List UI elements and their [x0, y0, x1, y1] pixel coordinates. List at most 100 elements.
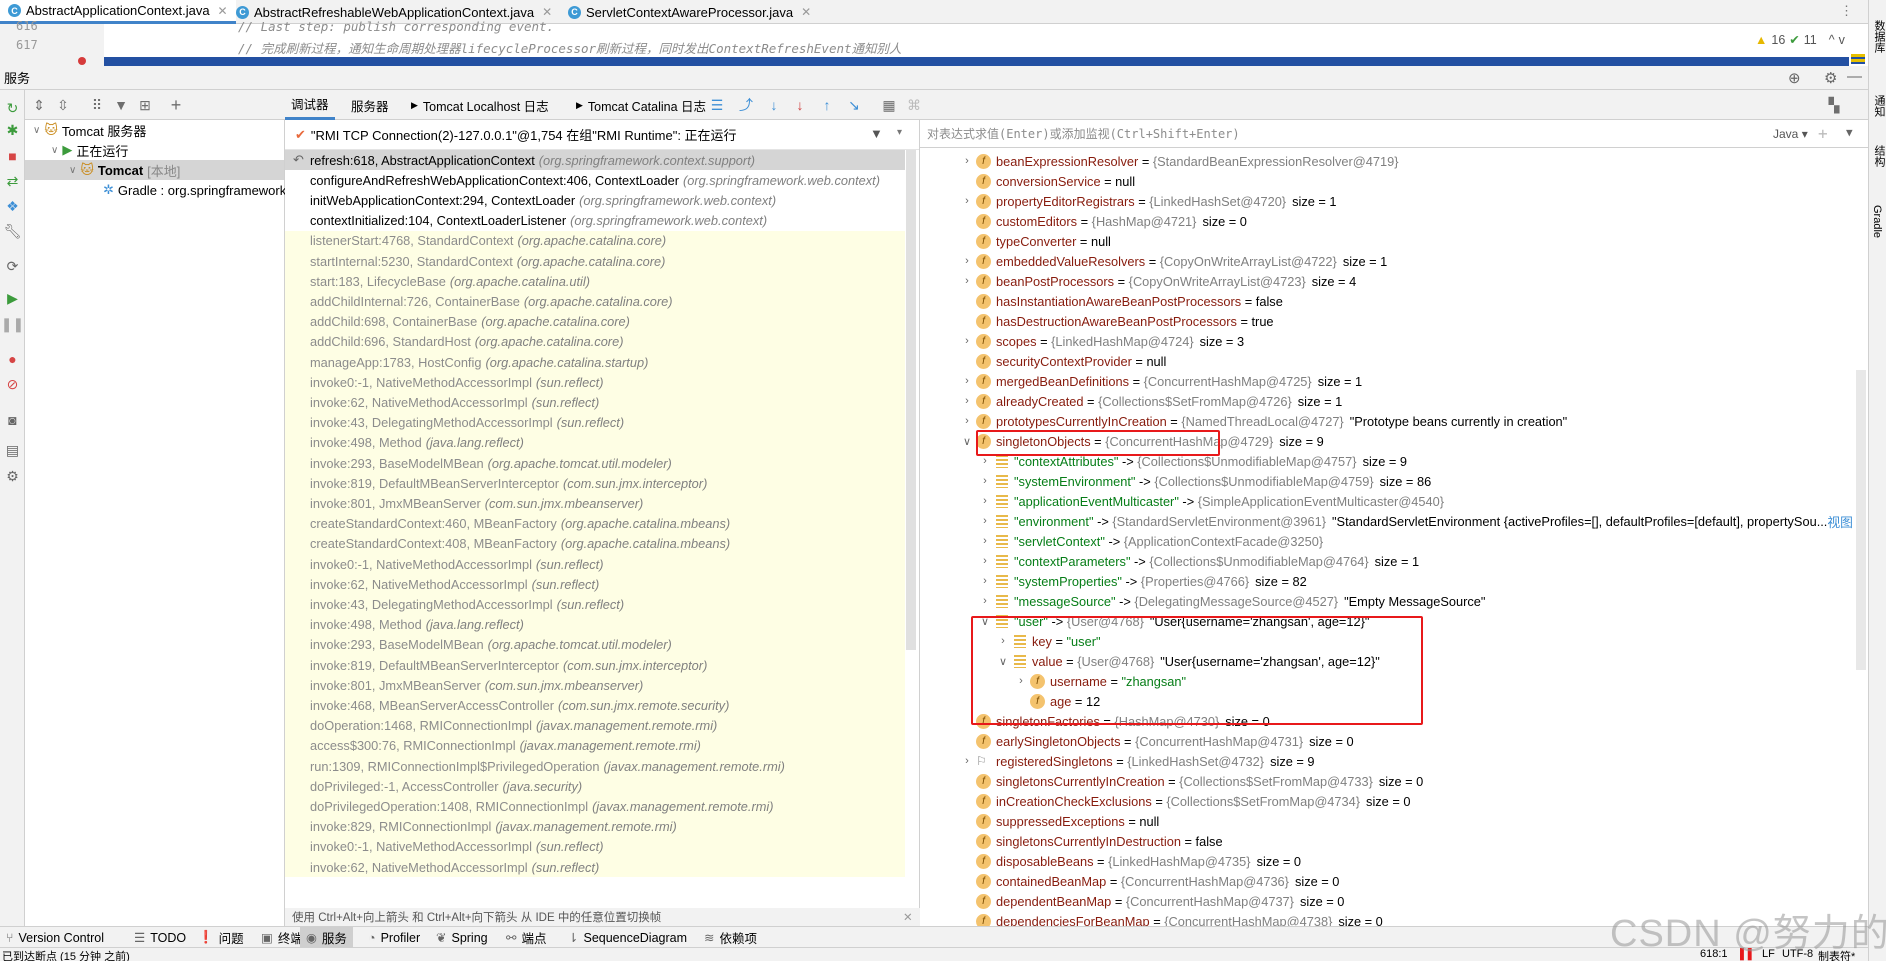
- stack-frame[interactable]: invoke:62, NativeMethodAccessorImpl (sun.…: [285, 574, 905, 595]
- variable-row[interactable]: f singletonsCurrentlyInDestruction = fals…: [958, 831, 1223, 851]
- chevron-right-icon[interactable]: ›: [976, 555, 994, 567]
- dropdown-icon[interactable]: ▾: [897, 127, 902, 138]
- stack-frame[interactable]: invoke:498, Method (java.lang.reflect): [285, 432, 905, 453]
- run-to-cursor-icon[interactable]: ↘: [845, 96, 863, 114]
- close-icon[interactable]: ✕: [218, 4, 228, 18]
- stack-frame[interactable]: start:183, LifecycleBase (org.apache.cata…: [285, 271, 905, 292]
- trace-icon[interactable]: ⌘: [905, 96, 923, 114]
- tool-gradle[interactable]: Gradle: [1871, 205, 1883, 238]
- variable-row[interactable]: › f beanExpressionResolver = {StandardBean…: [958, 151, 1399, 171]
- stack-frame[interactable]: invoke:468, MBeanServerAccessController(…: [285, 695, 905, 716]
- tool-window-0[interactable]: ⑂ Version Control: [0, 927, 110, 948]
- dropdown-icon[interactable]: ▼: [1846, 126, 1853, 139]
- variable-row[interactable]: › f prototypesCurrentlyInCreation = {Named…: [958, 411, 1567, 431]
- stack-frame[interactable]: run:1309, RMIConnectionImpl$PrivilegedOp…: [285, 756, 905, 777]
- chevron-right-icon[interactable]: ›: [976, 495, 994, 507]
- variable-row[interactable]: › f beanPostProcessors = {CopyOnWriteArray…: [958, 271, 1356, 291]
- language-select[interactable]: Java ▾: [1773, 127, 1808, 141]
- variable-row[interactable]: › "systemProperties" -> {Properties@4766}…: [976, 571, 1307, 591]
- new-tab-icon[interactable]: ⊞: [136, 96, 154, 114]
- stack-frame[interactable]: invoke:62, NativeMethodAccessorImpl (sun.…: [285, 392, 905, 413]
- tool-notifications[interactable]: 通知: [1871, 95, 1886, 117]
- tool-window-5[interactable]: ◔ Profiler: [362, 927, 426, 948]
- stack-frame[interactable]: addChild:696, StandardHost (org.apache.ca…: [285, 331, 905, 352]
- variable-row[interactable]: f disposableBeans = {LinkedHashMap@4735} s…: [958, 851, 1301, 871]
- scrollbar[interactable]: [1856, 370, 1866, 670]
- breakpoint-icon[interactable]: [78, 57, 86, 65]
- variable-row[interactable]: › "contextParameters" -> {Collections$Unm…: [976, 551, 1419, 571]
- layout-icon[interactable]: ▚: [1825, 96, 1843, 114]
- chevron-right-icon[interactable]: ›: [976, 455, 994, 467]
- variable-row[interactable]: f containedBeanMap = {ConcurrentHashMap@4…: [958, 871, 1339, 891]
- show-execution-point-icon[interactable]: ⤴: [737, 96, 755, 114]
- stack-frame[interactable]: addChildInternal:726, ContainerBase (org.…: [285, 291, 905, 312]
- stack-frame[interactable]: listenerStart:4768, StandardContext (org.…: [285, 230, 905, 251]
- stack-frame[interactable]: invoke0:-1, NativeMethodAccessorImpl (sun…: [285, 554, 905, 575]
- tree-item-running[interactable]: ∨ ▶ 正在运行: [51, 140, 128, 160]
- chevron-up-icon[interactable]: ^: [1829, 33, 1835, 47]
- chevron-right-icon[interactable]: ›: [958, 415, 976, 427]
- target-icon[interactable]: ⊕: [1788, 69, 1801, 87]
- tree-item-tomcat-server[interactable]: ∨ 🐱︎ Tomcat 服务器: [33, 120, 146, 140]
- chevron-right-icon[interactable]: ›: [958, 255, 976, 267]
- stack-frame[interactable]: invoke:62, NativeMethodAccessorImpl (sun.…: [285, 857, 905, 878]
- variable-row[interactable]: f earlySingletonObjects = {ConcurrentHash…: [958, 731, 1354, 751]
- settings-icon[interactable]: ⚙: [4, 468, 21, 485]
- thread-selector[interactable]: ✔ "RMI TCP Connection(2)-127.0.0.1"@1,75…: [285, 120, 919, 150]
- variable-row[interactable]: › f mergedBeanDefinitions = {ConcurrentHas…: [958, 371, 1362, 391]
- stack-frame[interactable]: invoke:801, JmxMBeanServer (com.sun.jmx.m…: [285, 675, 905, 696]
- chevron-right-icon[interactable]: ›: [958, 755, 976, 767]
- chevron-down-icon[interactable]: ∨: [958, 435, 976, 448]
- layout-icon[interactable]: ▤: [4, 442, 21, 459]
- menu-icon[interactable]: ☰: [708, 96, 726, 114]
- tool-database[interactable]: 数据库: [1871, 20, 1886, 53]
- stack-frame[interactable]: configureAndRefreshWebApplicationContext…: [285, 170, 905, 190]
- inspections-widget[interactable]: ▲ 16 ✔ 11 ^ v: [1755, 32, 1845, 48]
- stack-frame[interactable]: invoke:829, RMIConnectionImpl (javax.mana…: [285, 816, 905, 837]
- view-breakpoints-icon[interactable]: ●: [4, 350, 21, 367]
- deploy-icon[interactable]: ⇄: [4, 173, 21, 190]
- stack-frame[interactable]: doPrivilegedOperation:1408, RMIConnectio…: [285, 796, 905, 817]
- refresh-icon[interactable]: ⟳: [4, 258, 21, 275]
- chevron-down-icon[interactable]: v: [1839, 33, 1845, 47]
- variable-row[interactable]: f singletonsCurrentlyInCreation = {Collec…: [958, 771, 1423, 791]
- camera-icon[interactable]: ◙: [4, 411, 21, 428]
- stack-frame[interactable]: access$300:76, RMIConnectionImpl (javax.m…: [285, 735, 905, 756]
- variable-row[interactable]: › "applicationEventMulticaster" -> {Simpl…: [976, 491, 1444, 511]
- stack-frame[interactable]: createStandardContext:460, MBeanFactory(…: [285, 513, 905, 534]
- tool-structure[interactable]: 结构: [1871, 145, 1886, 167]
- step-out-icon[interactable]: ↑: [818, 96, 836, 114]
- variable-row[interactable]: f securityContextProvider = null: [958, 351, 1166, 371]
- chevron-right-icon[interactable]: ›: [958, 395, 976, 407]
- variable-row[interactable]: f inCreationCheckExclusions = {Collection…: [958, 791, 1411, 811]
- variable-row[interactable]: f typeConverter = null: [958, 231, 1111, 251]
- chevron-right-icon[interactable]: ›: [958, 195, 976, 207]
- variable-row[interactable]: f conversionService = null: [958, 171, 1135, 191]
- tab-debugger[interactable]: 调试器: [285, 90, 335, 120]
- stack-frame[interactable]: invoke:819, DefaultMBeanServerIntercepto…: [285, 655, 905, 676]
- variable-row[interactable]: › f alreadyCreated = {Collections$SetFromM…: [958, 391, 1342, 411]
- evaluate-icon[interactable]: ▦: [880, 96, 898, 114]
- chevron-right-icon[interactable]: ›: [958, 335, 976, 347]
- chevron-right-icon[interactable]: ›: [976, 575, 994, 587]
- tab-server[interactable]: 服务器: [345, 90, 395, 120]
- force-step-into-icon[interactable]: ↓: [791, 96, 809, 114]
- chevron-right-icon[interactable]: ›: [958, 375, 976, 387]
- stack-frame[interactable]: manageApp:1783, HostConfig (org.apache.ca…: [285, 352, 905, 373]
- gear-icon[interactable]: ⚙: [1824, 69, 1837, 87]
- stack-frame[interactable]: invoke:498, Method (java.lang.reflect): [285, 614, 905, 635]
- wrench-icon[interactable]: 🔧︎: [4, 223, 22, 240]
- add-watch-icon[interactable]: +: [1818, 124, 1828, 143]
- stack-frame[interactable]: invoke0:-1, NativeMethodAccessorImpl (sun…: [285, 836, 905, 857]
- stack-frame[interactable]: invoke:819, DefaultMBeanServerIntercepto…: [285, 473, 905, 494]
- tool-window-1[interactable]: ☰ TODO: [128, 927, 192, 948]
- tool-window-2[interactable]: ❗ 问题: [192, 927, 250, 948]
- variable-row[interactable]: f customEditors = {HashMap@4721} size = 0: [958, 211, 1247, 231]
- artifacts-icon[interactable]: ❖: [4, 198, 21, 215]
- chevron-right-icon[interactable]: ›: [976, 475, 994, 487]
- stack-frame[interactable]: doPrivileged:-1, AccessController (java.s…: [285, 776, 905, 797]
- variable-row[interactable]: › f propertyEditorRegistrars = {LinkedHash…: [958, 191, 1337, 211]
- tab-catalina-log[interactable]: ▶ Tomcat Catalina 日志: [570, 90, 712, 120]
- filter-icon[interactable]: ▼: [870, 126, 883, 141]
- add-icon[interactable]: +: [167, 95, 185, 115]
